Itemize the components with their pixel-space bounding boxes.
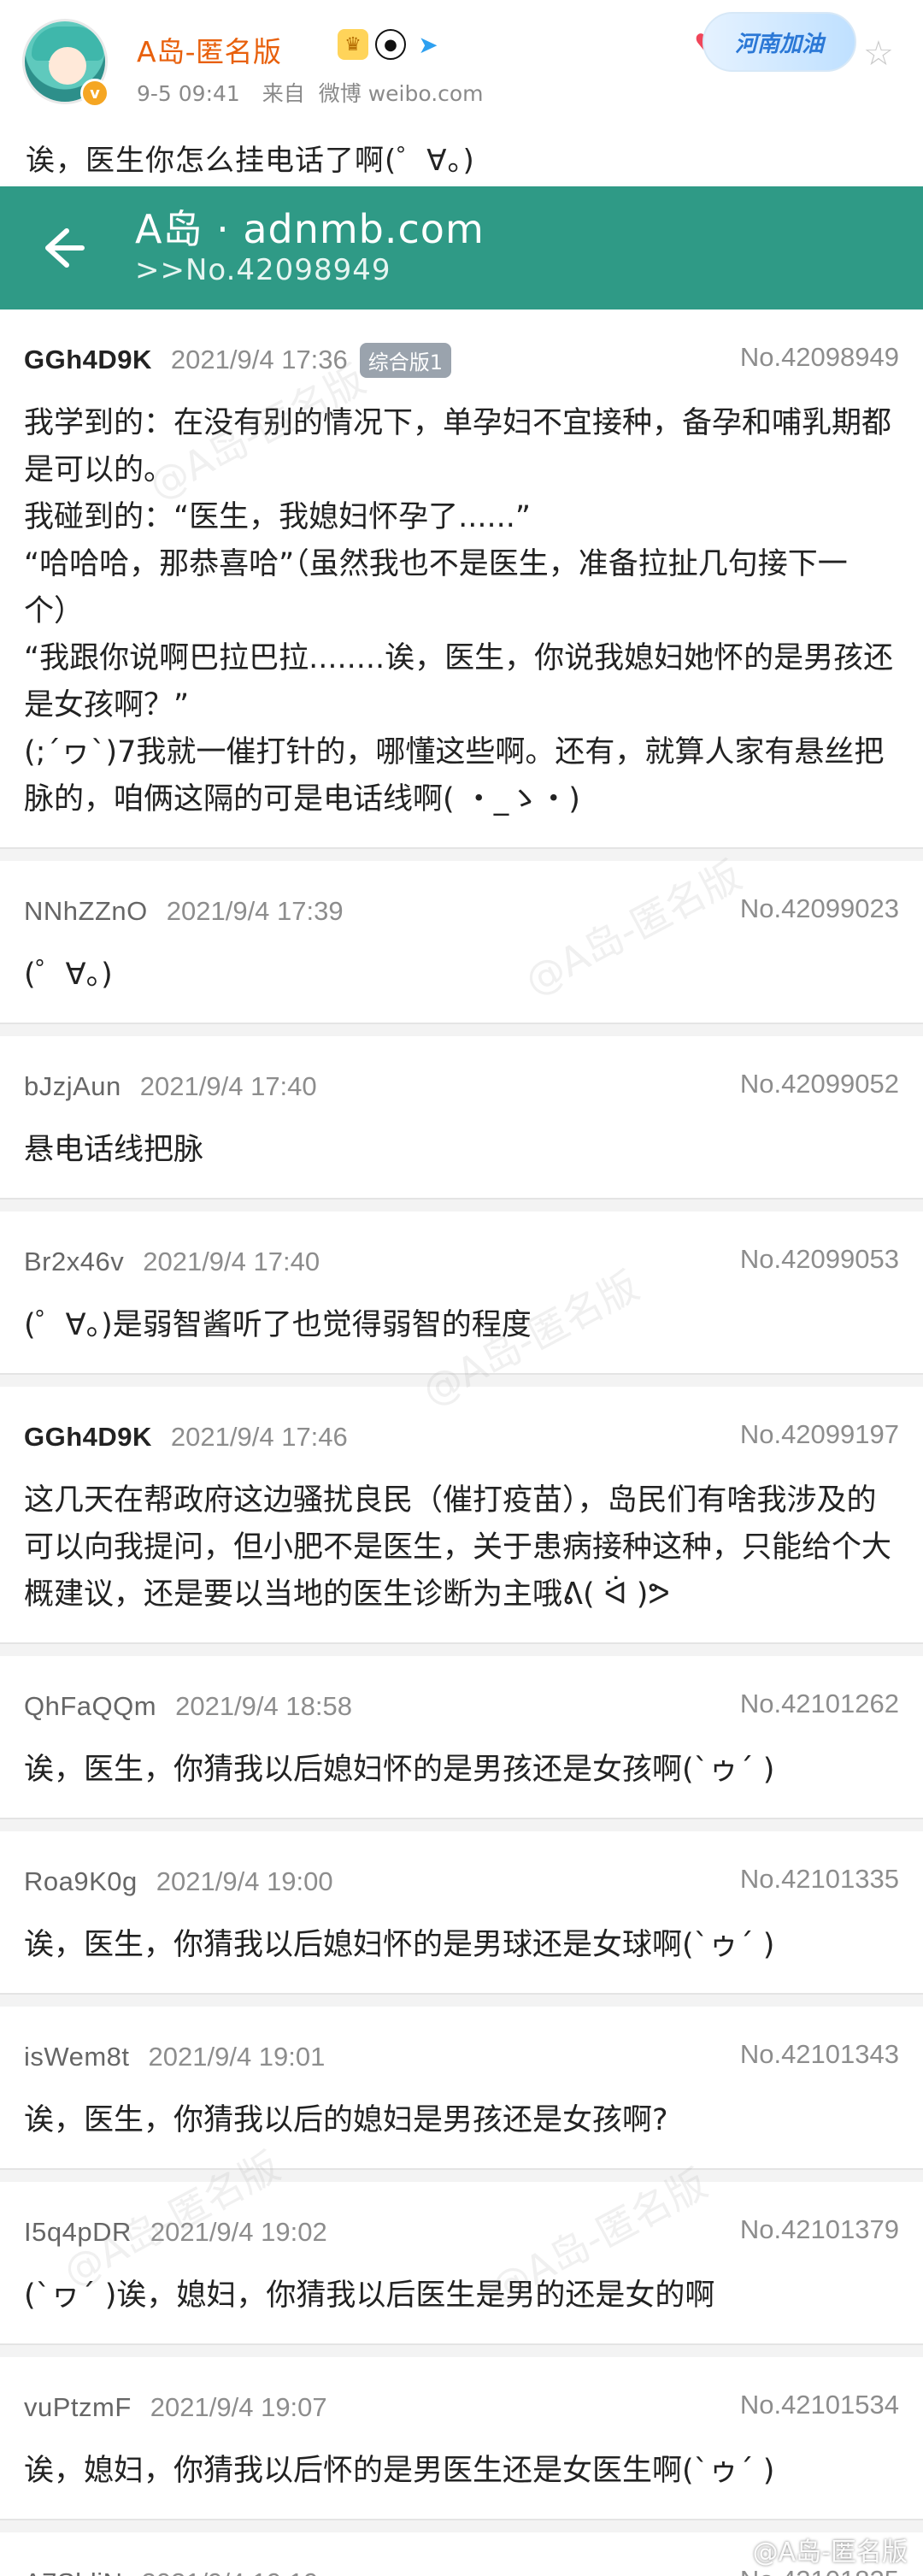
reply-item[interactable]: QhFaQQm 2021/9/4 18:58 No.42101262 诶，医生，你猜我… bbox=[0, 1644, 923, 1819]
post-meta: 9-5 09:41 来自 微博 weibo.com bbox=[137, 77, 499, 108]
app-bar-title: A岛 · adnmb.com bbox=[135, 206, 485, 252]
source-prefix: 来自 bbox=[262, 81, 305, 106]
reply-time: 2021/9/4 19:19 bbox=[142, 2567, 319, 2576]
reply-user-id[interactable]: Br2x46v bbox=[24, 1247, 124, 1277]
reply-number[interactable]: No.42099023 bbox=[740, 893, 899, 924]
reply-number[interactable]: No.42101262 bbox=[740, 1689, 899, 1719]
reply-number[interactable]: No.42101343 bbox=[740, 2039, 899, 2070]
reply-content: 这几天在帮政府这边骚扰良民（催打疫苗），岛民们有啥我涉及的可以向我提问，但小肥不… bbox=[24, 1483, 892, 1612]
reply-number[interactable]: No.42099052 bbox=[740, 1069, 899, 1099]
post-time: 9-5 09:41 bbox=[137, 81, 240, 106]
reply-header: GGh4D9K 2021/9/4 17:46 No.42099197 bbox=[24, 1419, 899, 1455]
reply-item[interactable]: NNhZZnO 2021/9/4 17:39 No.42099023 (゜∀。) bbox=[0, 849, 923, 1024]
reply-content: 我学到的：在没有别的情况下，单孕妇不宜接种，备孕和哺乳期都是可以的。 我碰到的：… bbox=[24, 406, 894, 816]
reply-item[interactable]: I5q4pDR 2021/9/4 19:02 No.42101379 (`ヮ´ )诶，… bbox=[0, 2170, 923, 2345]
reply-header: QhFaQQm 2021/9/4 18:58 No.42101262 bbox=[24, 1689, 899, 1724]
reply-header: Br2x46v 2021/9/4 17:40 No.42099053 bbox=[24, 1244, 899, 1280]
reply-header: Roa9K0g 2021/9/4 19:00 No.42101335 bbox=[24, 1864, 899, 1900]
reply-item[interactable]: vuPtzmF 2021/9/4 19:07 No.42101534 诶，媳妇，你猜我… bbox=[0, 2345, 923, 2520]
app-bar-subtitle: >>No.42098949 bbox=[135, 253, 391, 287]
reply-content: (`ヮ´ )诶，媳妇，你猜我以后医生是男的还是女的啊 bbox=[24, 2278, 715, 2313]
reply-time: 2021/9/4 19:07 bbox=[150, 2392, 327, 2422]
reply-item[interactable]: GGh4D9K 2021/9/4 17:46 No.42099197 这几天在帮政府这… bbox=[0, 1375, 923, 1644]
reply-content: 诶，医生，你猜我以后媳妇怀的是男孩还是女孩啊(`ゥ´ ) bbox=[24, 1753, 775, 1787]
reply-user-id[interactable]: GGh4D9K bbox=[24, 345, 152, 375]
verified-badge-icon: v bbox=[80, 79, 109, 108]
reply-time: 2021/9/4 19:02 bbox=[150, 2217, 327, 2247]
reply-header: isWem8t 2021/9/4 19:01 No.42101343 bbox=[24, 2039, 899, 2075]
reply-content: 诶，医生，你猜我以后的媳妇是男孩还是女孩啊? bbox=[24, 2103, 668, 2137]
reply-number[interactable]: No.42099197 bbox=[740, 1419, 899, 1450]
reply-number[interactable]: No.42101534 bbox=[740, 2390, 899, 2420]
avatar-face bbox=[49, 47, 86, 85]
post-caption: 诶，医生你怎么挂电话了啊(゜∀。) bbox=[26, 144, 475, 178]
reply-user-id[interactable]: GGh4D9K bbox=[24, 1422, 152, 1453]
reply-header: NNhZZnO 2021/9/4 17:39 No.42099023 bbox=[24, 893, 899, 929]
reply-item[interactable]: Br2x46v 2021/9/4 17:40 No.42099053 (゜∀。)是弱智… bbox=[0, 1200, 923, 1375]
reply-header: vuPtzmF 2021/9/4 19:07 No.42101534 bbox=[24, 2390, 899, 2426]
reply-time: 2021/9/4 17:39 bbox=[166, 896, 344, 926]
reply-time: 2021/9/4 19:00 bbox=[156, 1866, 333, 1896]
reply-number[interactable]: No.42098949 bbox=[740, 342, 899, 373]
reply-content: 诶，医生，你猜我以后媳妇怀的是男球还是女球啊(`ゥ´ ) bbox=[24, 1928, 775, 1962]
crown-badge-icon: ♛ bbox=[338, 29, 368, 60]
reply-time: 2021/9/4 17:46 bbox=[170, 1422, 348, 1452]
reply-item[interactable]: Roa9K0g 2021/9/4 19:00 No.42101335 诶，医生，你猜我… bbox=[0, 1819, 923, 1995]
reply-user-id[interactable]: bJzjAun bbox=[24, 1071, 121, 1102]
reply-number[interactable]: No.42101379 bbox=[740, 2214, 899, 2245]
app-bar: A岛 · adnmb.com >>No.42098949 bbox=[0, 186, 923, 309]
reply-item[interactable]: bJzjAun 2021/9/4 17:40 No.42099052 悬电话线把脉 bbox=[0, 1024, 923, 1200]
reply-time: 2021/9/4 19:01 bbox=[148, 2042, 326, 2072]
reply-list: GGh4D9K 2021/9/4 17:36 综合版1 No.42098949 我学到的… bbox=[0, 309, 923, 2576]
panda-badge-icon: ● bbox=[375, 29, 406, 60]
topic-sticker[interactable]: 河南加油 bbox=[703, 12, 856, 72]
reply-item[interactable]: isWem8t 2021/9/4 19:01 No.42101343 诶，医生，你猜我… bbox=[0, 1995, 923, 2170]
reply-time: 2021/9/4 17:40 bbox=[143, 1247, 320, 1276]
reply-time: 2021/9/4 17:36 bbox=[170, 345, 348, 374]
reply-user-id[interactable]: A7SbljN bbox=[24, 2567, 123, 2576]
footer-watermark: @A岛-匿名版 bbox=[752, 2538, 908, 2567]
reply-header: GGh4D9K 2021/9/4 17:36 综合版1 No.42098949 bbox=[24, 342, 899, 378]
reply-number[interactable]: No.42101335 bbox=[740, 1864, 899, 1895]
reply-content: (゜∀。)是弱智酱听了也觉得弱智的程度 bbox=[24, 1308, 532, 1342]
reply-content: 诶，媳妇，你猜我以后怀的是男医生还是女医生啊(`ゥ´ ) bbox=[24, 2454, 775, 2488]
post-source: 微博 weibo.com bbox=[318, 81, 484, 106]
user-badges: ♛ ● ➤ bbox=[338, 29, 444, 60]
weibo-username[interactable]: A岛-匿名版 bbox=[137, 29, 281, 70]
reply-header: bJzjAun 2021/9/4 17:40 No.42099052 bbox=[24, 1069, 899, 1105]
weibo-post-header: v A岛-匿名版 ♛ ● ➤ 9-5 09:41 来自 微博 weibo.com… bbox=[0, 0, 923, 120]
reply-time: 2021/9/4 17:40 bbox=[139, 1071, 317, 1101]
reply-user-id[interactable]: isWem8t bbox=[24, 2042, 130, 2072]
paper-plane-badge-icon: ➤ bbox=[413, 29, 444, 60]
reply-content: 悬电话线把脉 bbox=[24, 1133, 204, 1167]
reply-time: 2021/9/4 18:58 bbox=[175, 1691, 352, 1721]
reply-number[interactable]: No.42099053 bbox=[740, 1244, 899, 1275]
reply-user-id[interactable]: vuPtzmF bbox=[24, 2392, 132, 2423]
board-tag[interactable]: 综合版1 bbox=[359, 342, 452, 378]
reply-user-id[interactable]: I5q4pDR bbox=[24, 2217, 132, 2248]
reply-user-id[interactable]: Roa9K0g bbox=[24, 1866, 138, 1897]
reply-content: (゜∀。) bbox=[24, 958, 113, 992]
arrow-left-icon[interactable] bbox=[38, 226, 89, 270]
reply-user-id[interactable]: NNhZZnO bbox=[24, 896, 148, 927]
reply-header: I5q4pDR 2021/9/4 19:02 No.42101379 bbox=[24, 2214, 899, 2250]
reply-user-id[interactable]: QhFaQQm bbox=[24, 1691, 156, 1722]
star-outline-icon[interactable]: ☆ bbox=[863, 34, 894, 74]
reply-item[interactable]: GGh4D9K 2021/9/4 17:36 综合版1 No.42098949 我学到的… bbox=[0, 309, 923, 849]
